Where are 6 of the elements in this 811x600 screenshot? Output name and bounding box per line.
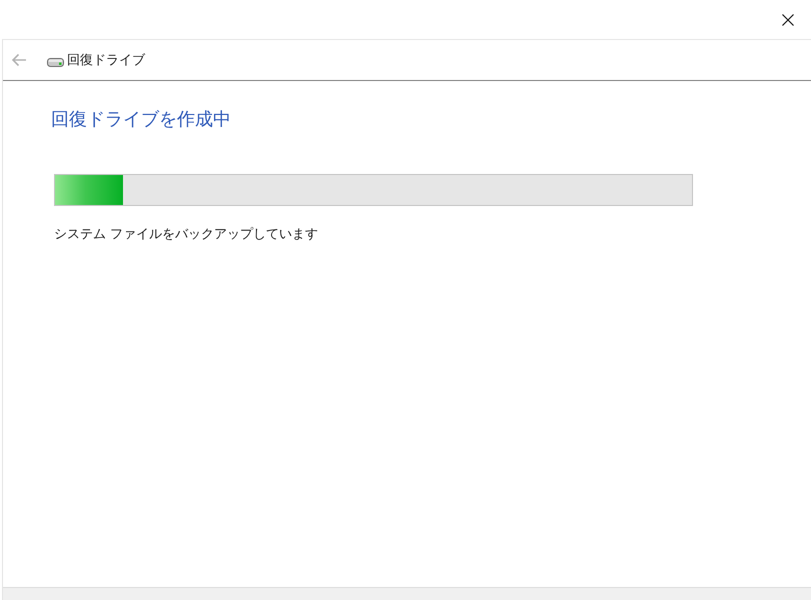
page-title: 回復ドライブ [67, 52, 145, 69]
close-icon [782, 14, 794, 26]
status-text: システム ファイルをバックアップしています [54, 226, 320, 244]
drive-icon [47, 58, 64, 66]
heading: 回復ドライブを作成中 [51, 108, 232, 132]
back-arrow-icon [11, 53, 27, 67]
